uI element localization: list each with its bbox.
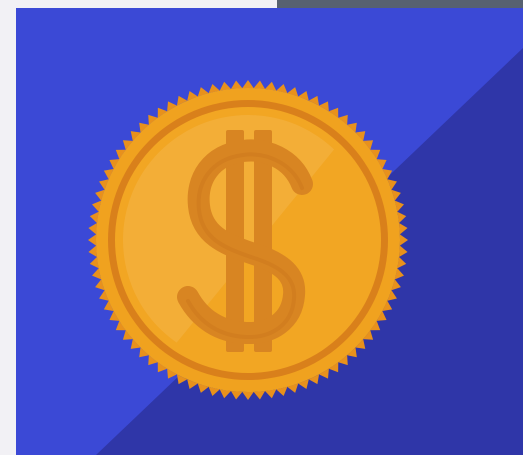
top-strip	[277, 0, 523, 8]
coin-illustration	[16, 8, 523, 455]
coin-svg	[16, 8, 523, 455]
page	[0, 0, 523, 455]
